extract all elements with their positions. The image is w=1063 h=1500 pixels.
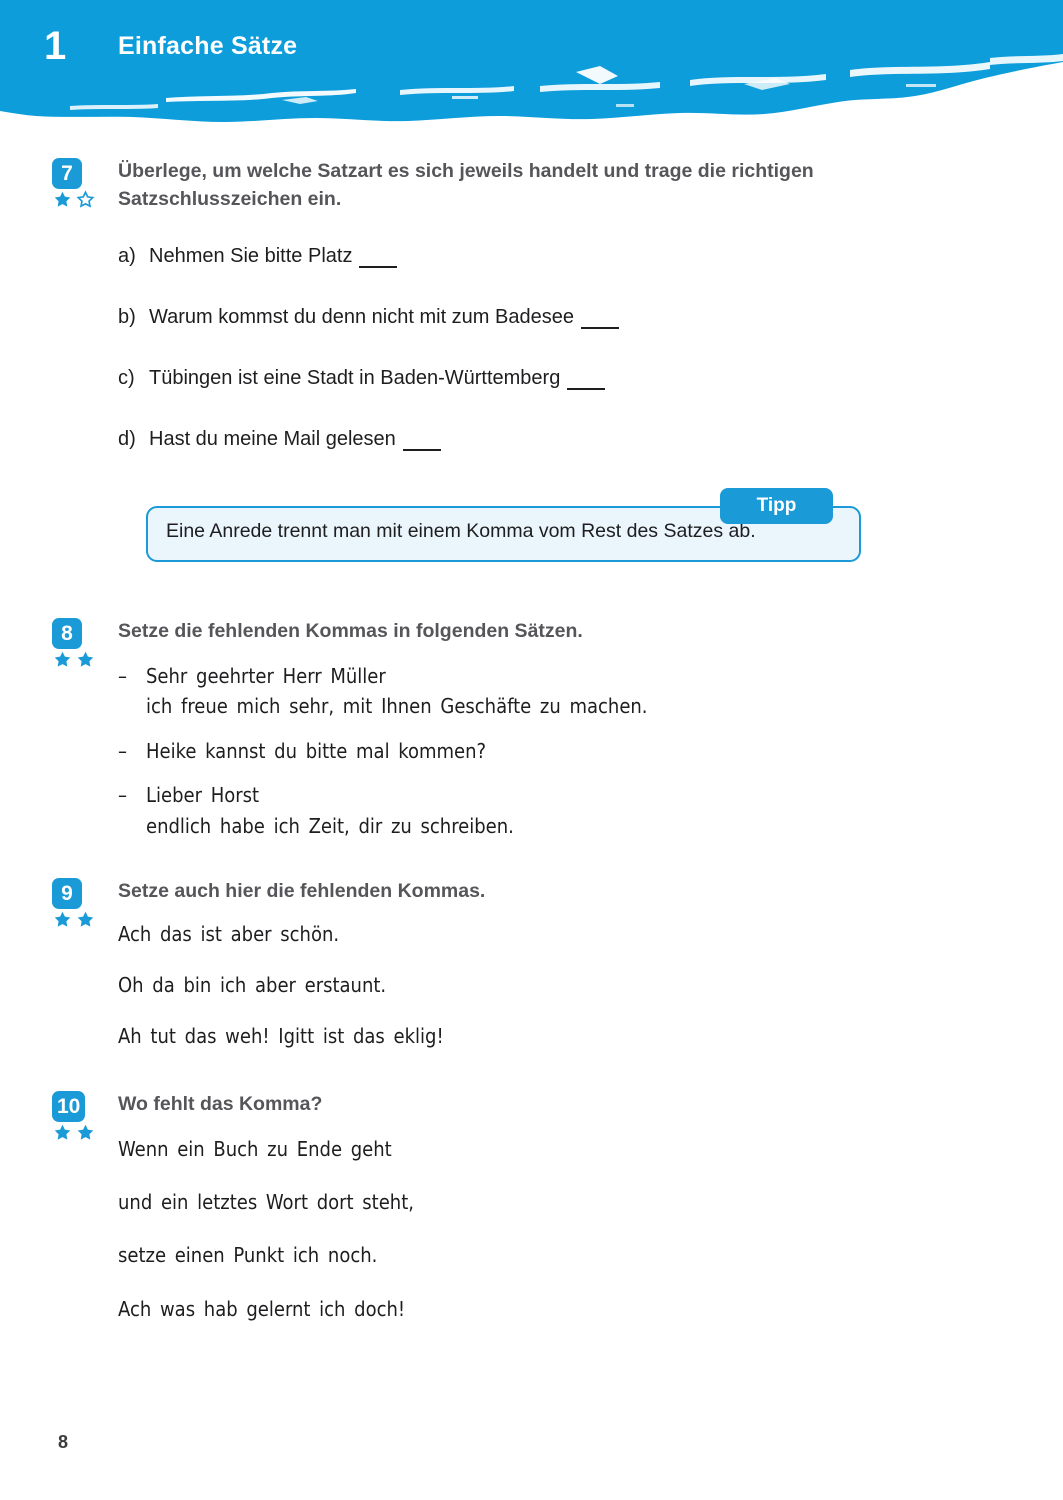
exercise-number-badge: 7: [52, 158, 82, 189]
sentence-line: Oh da bin ich aber erstaunt.: [118, 973, 387, 998]
sentence-line: Ach was hab gelernt ich doch!: [118, 1296, 406, 1321]
difficulty-stars: [53, 650, 114, 670]
sentence-line: Lieber Horst: [146, 783, 260, 808]
answer-blank[interactable]: [402, 427, 441, 452]
exercise-9: 9 Setze auch hier die fehlenden Kommas. …: [0, 878, 1063, 1051]
sentence-line: Ah tut das weh! Igitt ist das eklig!: [118, 1024, 444, 1049]
exercise-item: d) Hast du meine Mail gelesen: [118, 427, 1063, 452]
dash-bullet-icon: –: [118, 738, 127, 763]
star-filled-icon: [78, 911, 94, 927]
difficulty-stars: [53, 190, 114, 210]
list-item-lines: Heike kannst du bitte mal kommen?: [146, 737, 486, 765]
answer-blank[interactable]: [359, 244, 398, 269]
star-filled-icon: [54, 911, 71, 927]
exercise-7-instruction: Überlege, um welche Satzart es sich jewe…: [118, 160, 814, 210]
exercise-10: 10 Wo fehlt das Komma? Wenn ein Buch zu …: [0, 1090, 1063, 1324]
sentence-line: Ach das ist aber schön.: [118, 921, 340, 946]
item-text: Warum kommst du denn nicht mit zum Bades…: [149, 306, 574, 329]
list-item: – Lieber Horst endlich habe ich Zeit, di…: [118, 781, 1063, 840]
exercise-item: b) Warum kommst du denn nicht mit zum Ba…: [118, 305, 1063, 330]
difficulty-stars: [53, 910, 114, 930]
dash-bullet-icon: –: [118, 664, 127, 689]
sentence-line: setze einen Punkt ich noch.: [118, 1243, 378, 1268]
list-item: – Sehr geehrter Herr Müller ich freue mi…: [118, 662, 1063, 721]
exercise-10-instruction: Wo fehlt das Komma?: [118, 1092, 323, 1115]
exercise-item: a) Nehmen Sie bitte Platz: [118, 244, 1063, 269]
exercise-8-badge-column: 8: [52, 618, 114, 670]
difficulty-stars: [53, 1123, 114, 1143]
item-label: a): [118, 245, 136, 268]
star-outline-icon: [76, 190, 95, 208]
exercise-item: c) Tübingen ist eine Stadt in Baden-Würt…: [118, 366, 1063, 391]
page-header-banner: 1 Einfache Sätze: [0, 0, 1063, 132]
star-filled-icon: [78, 1124, 94, 1140]
sentence-line: Heike kannst du bitte mal kommen?: [146, 738, 487, 763]
item-text: Tübingen ist eine Stadt in Baden-Württem…: [149, 367, 561, 390]
exercise-7-item-list: a) Nehmen Sie bitte Platz b) Warum komms…: [118, 244, 1063, 452]
chapter-number: 1: [44, 24, 67, 68]
star-filled-icon: [54, 652, 71, 667]
chapter-title: Einfache Sätze: [118, 31, 298, 60]
exercise-10-badge-column: 10: [52, 1090, 114, 1143]
item-text: Nehmen Sie bitte Platz: [149, 245, 353, 268]
list-item-lines: Lieber Horst endlich habe ich Zeit, dir …: [146, 781, 514, 840]
item-label: b): [118, 306, 136, 329]
exercise-9-sentence-list: Ach das ist aber schön. Oh da bin ich ab…: [118, 920, 1063, 1051]
exercise-number-badge: 9: [52, 878, 82, 910]
exercise-7: 7 Überlege, um welche Satzart es sich je…: [0, 158, 1063, 570]
tipp-text: Eine Anrede trennt man mit einem Komma v…: [166, 520, 756, 543]
sentence-line: endlich habe ich Zeit, dir zu schreiben.: [146, 813, 514, 838]
star-filled-icon: [78, 652, 94, 667]
list-item: – Heike kannst du bitte mal kommen?: [118, 737, 1063, 765]
exercise-9-instruction: Setze auch hier die fehlenden Kommas.: [118, 880, 486, 903]
exercise-8-instruction: Setze die fehlenden Kommas in folgenden …: [118, 620, 583, 643]
tipp-tab-label: Tipp: [720, 488, 833, 525]
exercise-number-badge: 8: [52, 618, 82, 650]
item-label: d): [118, 428, 136, 451]
sentence-line: Wenn ein Buch zu Ende geht: [118, 1136, 392, 1161]
answer-blank[interactable]: [580, 305, 619, 330]
item-text: Hast du meine Mail gelesen: [149, 428, 396, 451]
star-filled-icon: [54, 191, 71, 207]
exercise-9-badge-column: 9: [52, 878, 114, 930]
star-filled-icon: [54, 1124, 71, 1140]
sentence-line: Sehr geehrter Herr Müller: [146, 664, 386, 689]
exercise-7-badge-column: 7: [52, 158, 114, 210]
exercise-10-sentence-list: Wenn ein Buch zu Ende geht und ein letzt…: [118, 1135, 1063, 1324]
tipp-callout: Eine Anrede trennt man mit einem Komma v…: [146, 488, 861, 570]
page-number: 8: [58, 1432, 69, 1452]
exercise-8: 8 Setze die fehlenden Kommas in folgende…: [0, 618, 1063, 840]
worksheet-body: 7 Überlege, um welche Satzart es sich je…: [0, 132, 1063, 1348]
exercise-8-sentence-list: – Sehr geehrter Herr Müller ich freue mi…: [118, 662, 1063, 840]
sentence-line: und ein letztes Wort dort steht,: [118, 1189, 414, 1214]
item-label: c): [118, 367, 135, 390]
dash-bullet-icon: –: [118, 783, 127, 808]
exercise-number-badge: 10: [52, 1090, 86, 1122]
list-item-lines: Sehr geehrter Herr Müller ich freue mich…: [146, 662, 648, 721]
sentence-line: ich freue mich sehr, mit Ihnen Geschäfte…: [146, 694, 648, 719]
answer-blank[interactable]: [567, 366, 606, 391]
